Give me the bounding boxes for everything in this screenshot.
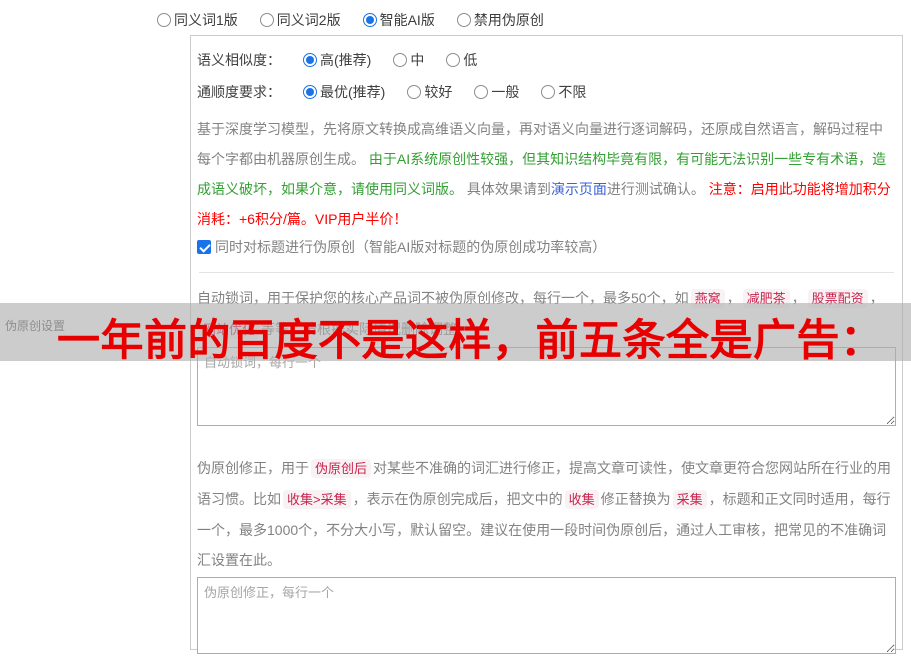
radio-synonym-v2[interactable]: 同义词2版: [259, 10, 341, 30]
radio-label: 智能AI版: [379, 12, 435, 28]
fluency-row: 通顺度要求： 最优(推荐) 较好 一般 不限: [197, 82, 896, 102]
semantic-similarity-label: 语义相似度：: [197, 52, 281, 68]
radio-label: 中: [410, 52, 425, 68]
text-segment: 收集>采集: [283, 490, 351, 509]
fluency-best[interactable]: 最优(推荐): [303, 82, 385, 102]
radio-icon: [407, 85, 422, 99]
text-segment: ，表示在伪原创完成后，把文中的: [352, 491, 563, 507]
radio-icon: [157, 13, 171, 27]
text-segment: 收集: [564, 490, 599, 509]
radio-label: 禁用伪原创: [473, 12, 544, 28]
radio-label: 低: [463, 52, 478, 68]
correction-description: 伪原创修正，用于 伪原创后 对某些不准确的词汇进行修正，提高文章可读性，使文章更符合…: [197, 453, 896, 575]
ai-description: 基于深度学习模型，先将原文转换成高维语义向量，再对语义向量进行逐词解码，还原成自…: [197, 114, 896, 234]
fluency-normal[interactable]: 一般: [474, 82, 519, 102]
radio-icon: [393, 53, 408, 67]
page: 伪原创设置 同义词1版 同义词2版 智能AI版 禁用伪原创 语义相似度： 高(推…: [0, 0, 911, 658]
radio-icon: [474, 85, 489, 99]
radio-disable-spin[interactable]: 禁用伪原创: [456, 10, 544, 30]
radio-icon: [259, 13, 274, 27]
radio-icon: [541, 85, 556, 99]
fluency-good[interactable]: 较好: [407, 82, 452, 102]
radio-icon: [446, 53, 461, 67]
radio-label: 高(推荐): [320, 52, 372, 68]
title-spin-label: 同时对标题进行伪原创（智能AI版对标题的伪原创成功率较高）: [215, 239, 607, 255]
radio-icon: [362, 13, 377, 27]
text-segment: 采集: [672, 490, 707, 509]
radio-label: 同义词1版: [174, 12, 238, 28]
title-spin-checkbox[interactable]: [197, 240, 211, 254]
demo-page-link[interactable]: 演示页面: [551, 181, 607, 197]
text-segment: 进行测试确认。: [606, 181, 709, 197]
overlay-caption: 一年前的百度不是这样，前五条全是广告：: [57, 317, 884, 365]
radio-label: 较好: [424, 84, 453, 100]
radio-label: 不限: [558, 84, 587, 100]
text-segment: 伪原创后: [311, 459, 372, 478]
radio-icon: [303, 85, 317, 99]
semantic-similarity-row: 语义相似度： 高(推荐) 中 低: [197, 50, 896, 70]
radio-smart-ai[interactable]: 智能AI版: [362, 10, 435, 30]
title-spin-row: 同时对标题进行伪原创（智能AI版对标题的伪原创成功率较高）: [197, 237, 896, 257]
text-segment: 修正替换为: [600, 491, 671, 507]
similarity-low[interactable]: 低: [446, 50, 477, 70]
correction-textarea[interactable]: [197, 577, 896, 654]
radio-label: 一般: [491, 84, 520, 100]
fluency-label: 通顺度要求：: [197, 84, 281, 100]
radio-icon: [303, 53, 317, 67]
section-divider: [199, 272, 894, 273]
spin-mode-radio-group: 同义词1版 同义词2版 智能AI版 禁用伪原创: [157, 10, 544, 30]
radio-label: 同义词2版: [276, 12, 341, 28]
text-segment: 伪原创修正，用于: [197, 460, 309, 476]
radio-icon: [456, 13, 471, 27]
text-segment: 具体效果请到: [463, 181, 551, 197]
similarity-medium[interactable]: 中: [393, 50, 424, 70]
similarity-high[interactable]: 高(推荐): [303, 50, 371, 70]
fluency-any[interactable]: 不限: [541, 82, 586, 102]
radio-synonym-v1[interactable]: 同义词1版: [157, 10, 238, 30]
radio-label: 最优(推荐): [320, 84, 386, 100]
